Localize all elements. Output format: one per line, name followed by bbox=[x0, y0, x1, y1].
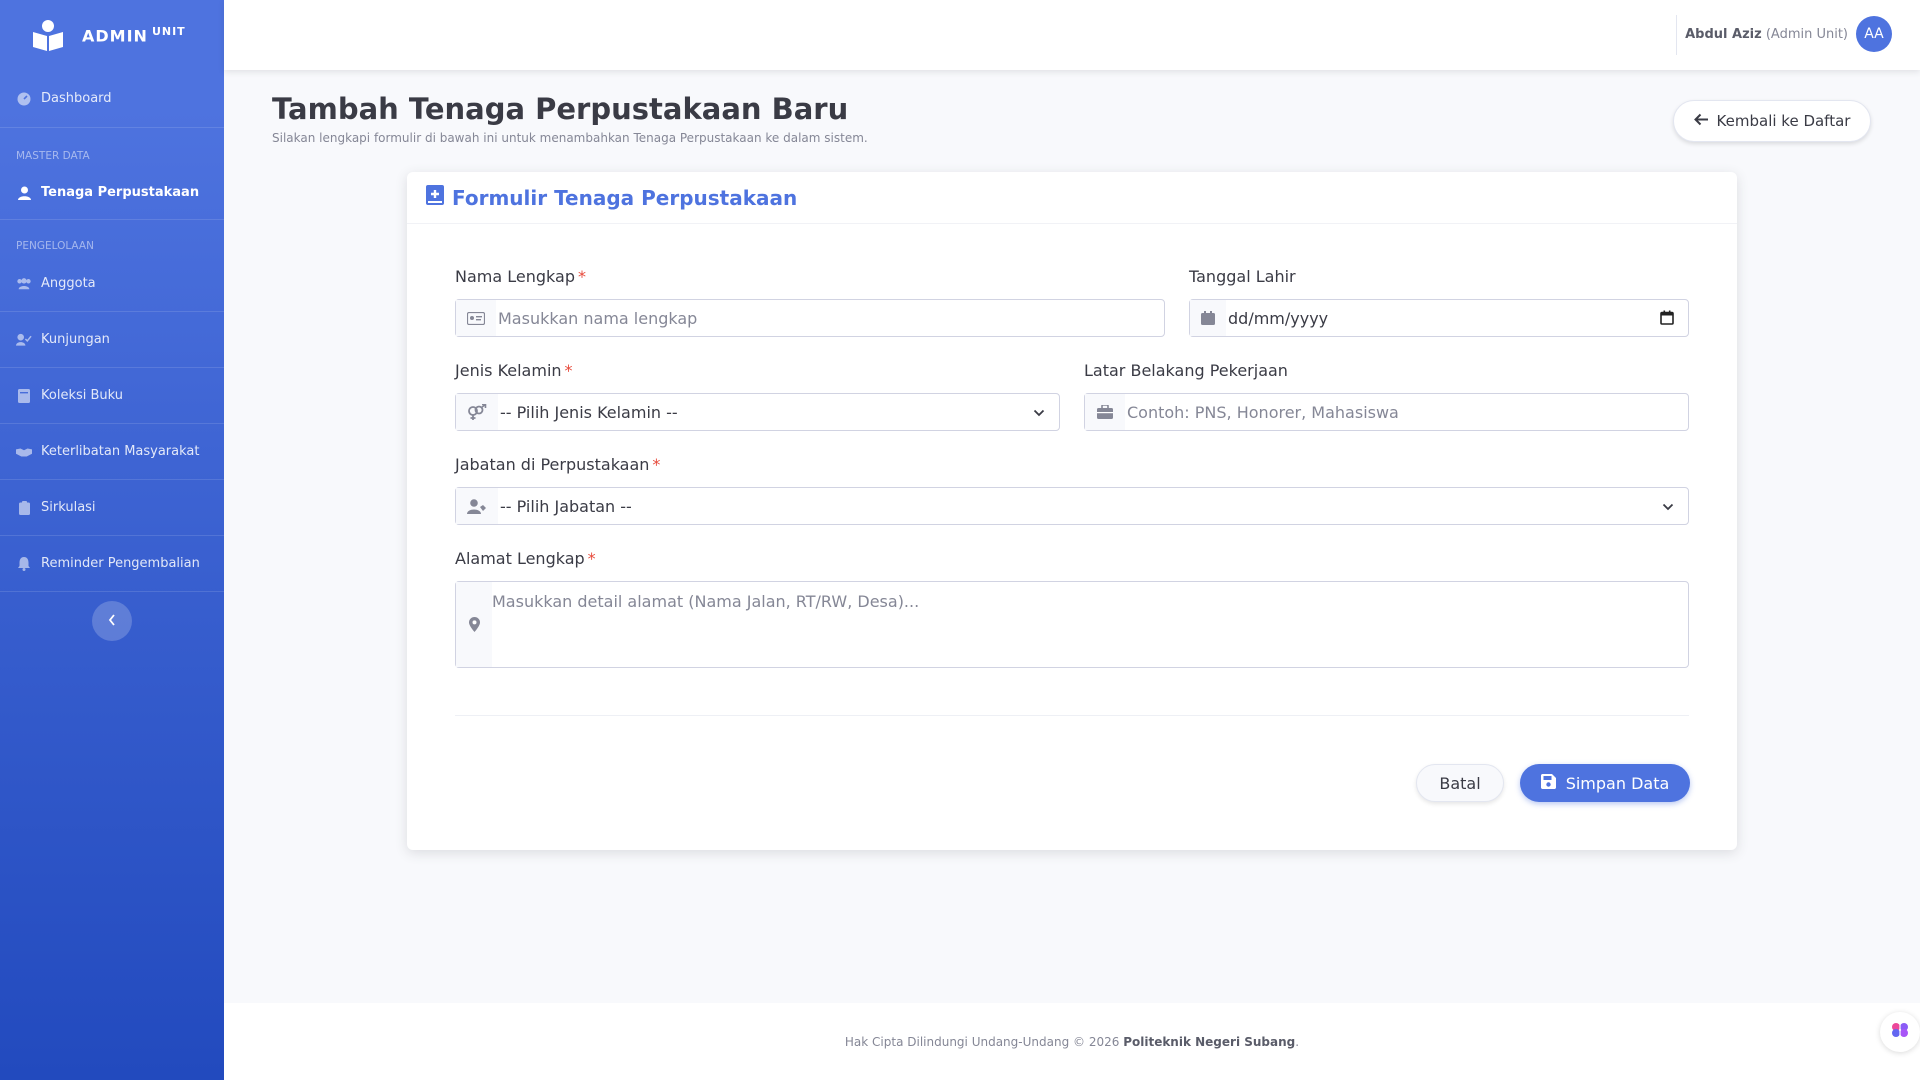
avatar: AA bbox=[1856, 16, 1892, 52]
jabatan-label: Jabatan di Perpustakaan * bbox=[455, 455, 661, 474]
sidebar-toggle-button[interactable] bbox=[92, 601, 132, 641]
sidebar-heading-pengelolaan: PENGELOLAAN bbox=[16, 240, 94, 252]
user-name: Abdul Aziz (Admin Unit) bbox=[1685, 26, 1848, 42]
jenis-kelamin-value: -- Pilih Jenis Kelamin -- bbox=[500, 402, 678, 422]
footer-text: Hak Cipta Dilindungi Undang-Undang © 202… bbox=[844, 1034, 1300, 1049]
brand[interactable]: ADMIN UNIT bbox=[0, 0, 224, 70]
alamat-placeholder: Masukkan detail alamat (Nama Jalan, RT/R… bbox=[492, 592, 920, 611]
tanggal-lahir-input[interactable]: dd/mm/yyyy bbox=[1189, 299, 1689, 337]
nama-lengkap-label: Nama Lengkap * bbox=[455, 267, 586, 286]
sidebar: ADMIN UNIT Dashboard MASTER DATA Tenaga P… bbox=[0, 0, 224, 1080]
sidebar-item-label: Koleksi Buku bbox=[41, 388, 124, 403]
user-tie-icon bbox=[456, 488, 498, 524]
sidebar-heading-master: MASTER DATA bbox=[16, 150, 90, 162]
footer: Hak Cipta Dilindungi Undang-Undang © 202… bbox=[224, 1003, 1920, 1080]
briefcase-icon bbox=[1085, 394, 1125, 430]
save-button[interactable]: Simpan Data bbox=[1520, 764, 1690, 802]
sidebar-item-label: Sirkulasi bbox=[41, 500, 96, 515]
back-button-label: Kembali ke Daftar bbox=[1716, 112, 1851, 130]
latar-belakang-pekerjaan-label: Latar Belakang Pekerjaan bbox=[1084, 361, 1288, 380]
form-card: Formulir Tenaga Perpustakaan Nama Lengka… bbox=[407, 172, 1737, 850]
nama-lengkap-input[interactable]: Masukkan nama lengkap bbox=[455, 299, 1165, 337]
chevron-left-icon bbox=[107, 612, 117, 631]
sidebar-item-label: Keterlibatan Masyarakat bbox=[41, 444, 200, 459]
book-reader-icon bbox=[28, 15, 68, 55]
sidebar-item-label: Kunjungan bbox=[41, 332, 110, 347]
save-icon bbox=[1540, 773, 1556, 793]
sidebar-item-label: Dashboard bbox=[41, 91, 112, 106]
sidebar-item-reminder-pengembalian[interactable]: Reminder Pengembalian bbox=[0, 536, 224, 592]
user-menu[interactable]: Abdul Aziz (Admin Unit) AA bbox=[1685, 16, 1892, 52]
sidebar-item-label: Tenaga Perpustakaan bbox=[41, 185, 200, 200]
back-to-list-button[interactable]: Kembali ke Daftar bbox=[1673, 100, 1871, 142]
tanggal-lahir-placeholder: dd/mm/yyyy bbox=[1228, 308, 1329, 328]
alamat-lengkap-label: Alamat Lengkap * bbox=[455, 549, 596, 568]
jabatan-value: -- Pilih Jabatan -- bbox=[500, 496, 632, 516]
cancel-button[interactable]: Batal bbox=[1416, 764, 1504, 802]
sidebar-item-tenaga-perpustakaan[interactable]: Tenaga Perpustakaan bbox=[0, 166, 224, 220]
user-icon bbox=[16, 185, 32, 201]
page-title: Tambah Tenaga Perpustakaan Baru bbox=[272, 92, 849, 126]
jenis-kelamin-label: Jenis Kelamin * bbox=[455, 361, 573, 380]
arrow-left-icon bbox=[1693, 112, 1709, 130]
users-icon bbox=[16, 276, 32, 292]
latar-belakang-pekerjaan-input[interactable]: Contoh: PNS, Honorer, Mahasiswa bbox=[1084, 393, 1689, 431]
book-medical-icon bbox=[426, 185, 444, 210]
book-icon bbox=[16, 388, 32, 404]
sidebar-item-koleksi-buku[interactable]: Koleksi Buku bbox=[0, 368, 224, 424]
save-button-label: Simpan Data bbox=[1565, 773, 1670, 793]
form-card-header: Formulir Tenaga Perpustakaan bbox=[407, 172, 1737, 224]
jabatan-select[interactable]: -- Pilih Jabatan -- bbox=[455, 487, 1689, 525]
sidebar-item-kunjungan[interactable]: Kunjungan bbox=[0, 312, 224, 368]
pekerjaan-placeholder: Contoh: PNS, Honorer, Mahasiswa bbox=[1127, 402, 1399, 422]
alamat-lengkap-textarea[interactable]: Masukkan detail alamat (Nama Jalan, RT/R… bbox=[455, 581, 1689, 668]
sidebar-item-anggota[interactable]: Anggota bbox=[0, 256, 224, 312]
tachometer-icon bbox=[16, 91, 32, 107]
calendar-icon bbox=[1190, 300, 1226, 336]
jenis-kelamin-select[interactable]: -- Pilih Jenis Kelamin -- bbox=[455, 393, 1060, 431]
chevron-down-icon bbox=[1033, 405, 1045, 424]
map-marker-icon bbox=[456, 582, 492, 667]
user-check-icon bbox=[16, 332, 32, 348]
id-card-icon bbox=[456, 300, 496, 336]
topbar-divider bbox=[1676, 15, 1677, 55]
handshake-icon bbox=[16, 444, 32, 460]
brand-name: ADMIN UNIT bbox=[82, 24, 186, 46]
bell-icon bbox=[16, 556, 32, 572]
tanggal-lahir-label: Tanggal Lahir bbox=[1189, 267, 1296, 286]
chevron-down-icon bbox=[1662, 499, 1674, 518]
assistant-floating-button[interactable] bbox=[1880, 1012, 1920, 1052]
topbar: Abdul Aziz (Admin Unit) AA bbox=[224, 0, 1920, 70]
sidebar-item-dashboard[interactable]: Dashboard bbox=[0, 70, 224, 128]
clipboard-icon bbox=[16, 500, 32, 516]
form-divider bbox=[455, 715, 1689, 716]
nama-lengkap-placeholder: Masukkan nama lengkap bbox=[498, 308, 698, 328]
sidebar-item-keterlibatan-masyarakat[interactable]: Keterlibatan Masyarakat bbox=[0, 424, 224, 480]
sidebar-item-sirkulasi[interactable]: Sirkulasi bbox=[0, 480, 224, 536]
page-subtitle: Silakan lengkapi formulir di bawah ini u… bbox=[272, 131, 868, 145]
sidebar-item-label: Anggota bbox=[41, 276, 96, 291]
form-title: Formulir Tenaga Perpustakaan bbox=[452, 185, 798, 210]
brain-icon bbox=[1891, 1022, 1909, 1042]
venus-mars-icon bbox=[456, 394, 498, 430]
date-picker-icon[interactable] bbox=[1660, 310, 1674, 329]
sidebar-item-label: Reminder Pengembalian bbox=[41, 556, 200, 571]
